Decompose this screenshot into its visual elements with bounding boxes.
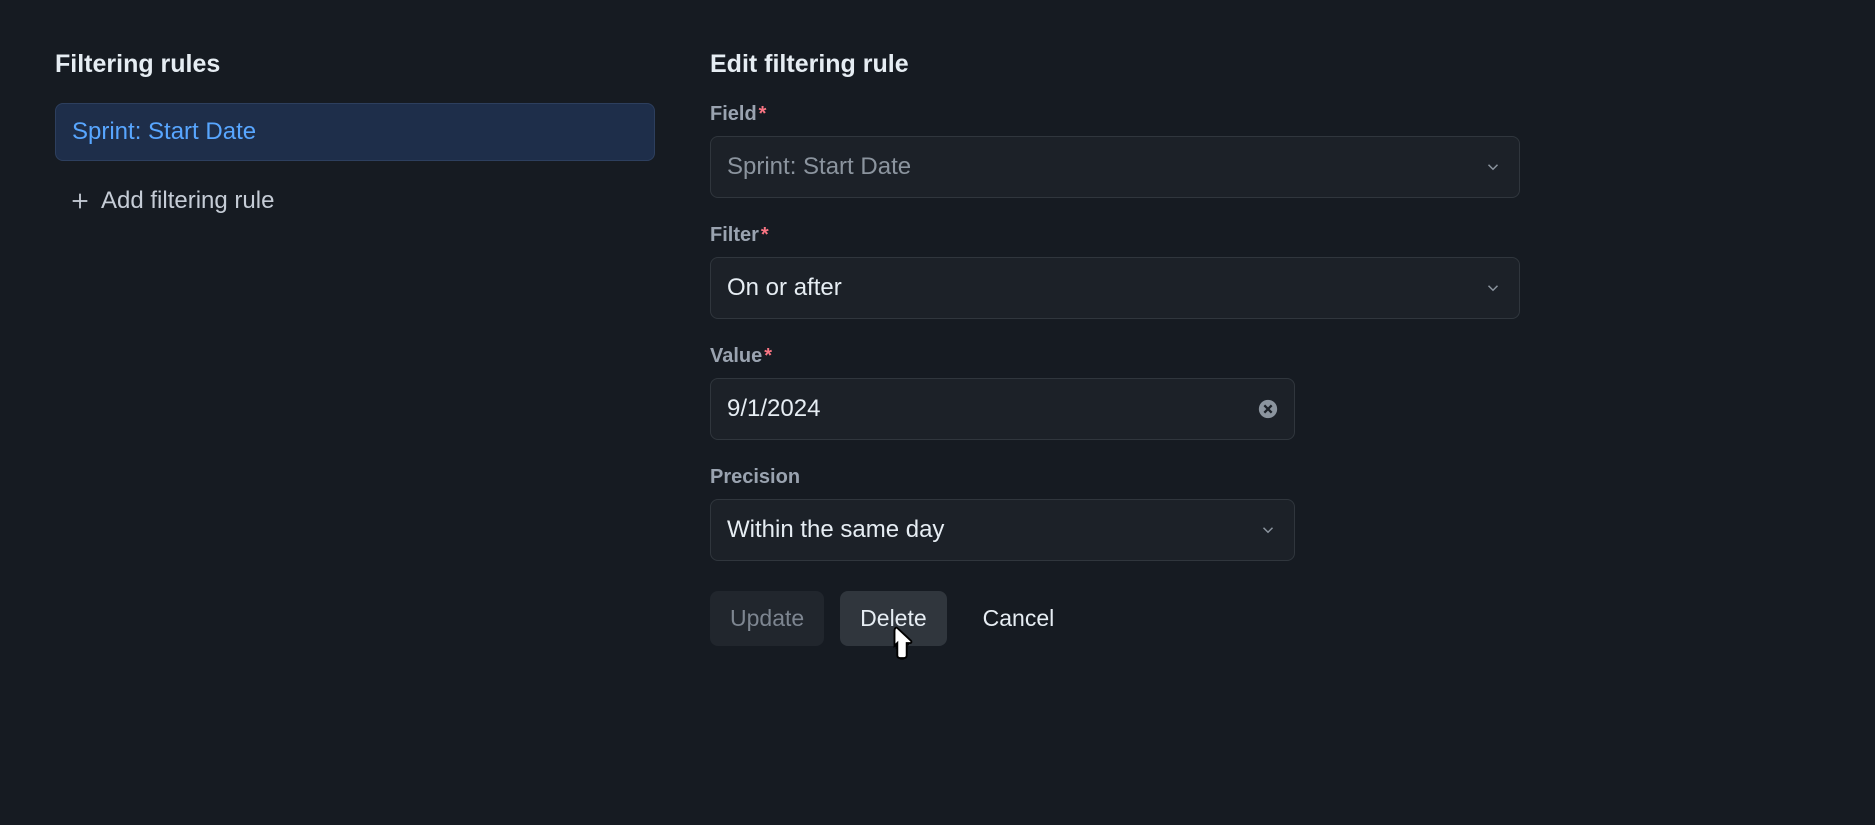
precision-group: Precision Within the same day (710, 466, 1520, 561)
edit-rule-title: Edit filtering rule (710, 50, 1520, 79)
required-star: * (761, 224, 769, 246)
cancel-button[interactable]: Cancel (963, 591, 1075, 646)
filter-group: Filter* On or after (710, 224, 1520, 319)
rule-item-label: Sprint: Start Date (72, 118, 256, 145)
rule-item-sprint-start-date[interactable]: Sprint: Start Date (55, 103, 655, 161)
filter-label: Filter* (710, 224, 1520, 247)
update-button[interactable]: Update (710, 591, 824, 646)
filter-select[interactable]: On or after (710, 257, 1520, 319)
value-input[interactable] (710, 378, 1295, 440)
filter-select-wrap: On or after (710, 257, 1520, 319)
required-star: * (759, 103, 767, 125)
add-filtering-rule-button[interactable]: Add filtering rule (55, 175, 655, 227)
precision-select[interactable]: Within the same day (710, 499, 1295, 561)
precision-select-wrap: Within the same day (710, 499, 1295, 561)
field-label: Field* (710, 103, 1520, 126)
edit-rule-panel: Edit filtering rule Field* Sprint: Start… (710, 50, 1520, 775)
field-select[interactable]: Sprint: Start Date (710, 136, 1520, 198)
required-star: * (764, 345, 772, 367)
filtering-rules-panel: Filtering rules Sprint: Start Date Add f… (55, 50, 655, 775)
field-select-wrap: Sprint: Start Date (710, 136, 1520, 198)
plus-icon (69, 190, 91, 212)
field-group: Field* Sprint: Start Date (710, 103, 1520, 198)
precision-label: Precision (710, 466, 1520, 489)
add-rule-label: Add filtering rule (101, 187, 274, 215)
value-input-wrap (710, 378, 1295, 440)
value-group: Value* (710, 345, 1520, 440)
button-row: Update Delete Cancel (710, 591, 1520, 646)
filtering-rules-title: Filtering rules (55, 50, 655, 79)
delete-button[interactable]: Delete (840, 591, 946, 646)
clear-icon[interactable] (1257, 398, 1279, 420)
value-label: Value* (710, 345, 1520, 368)
